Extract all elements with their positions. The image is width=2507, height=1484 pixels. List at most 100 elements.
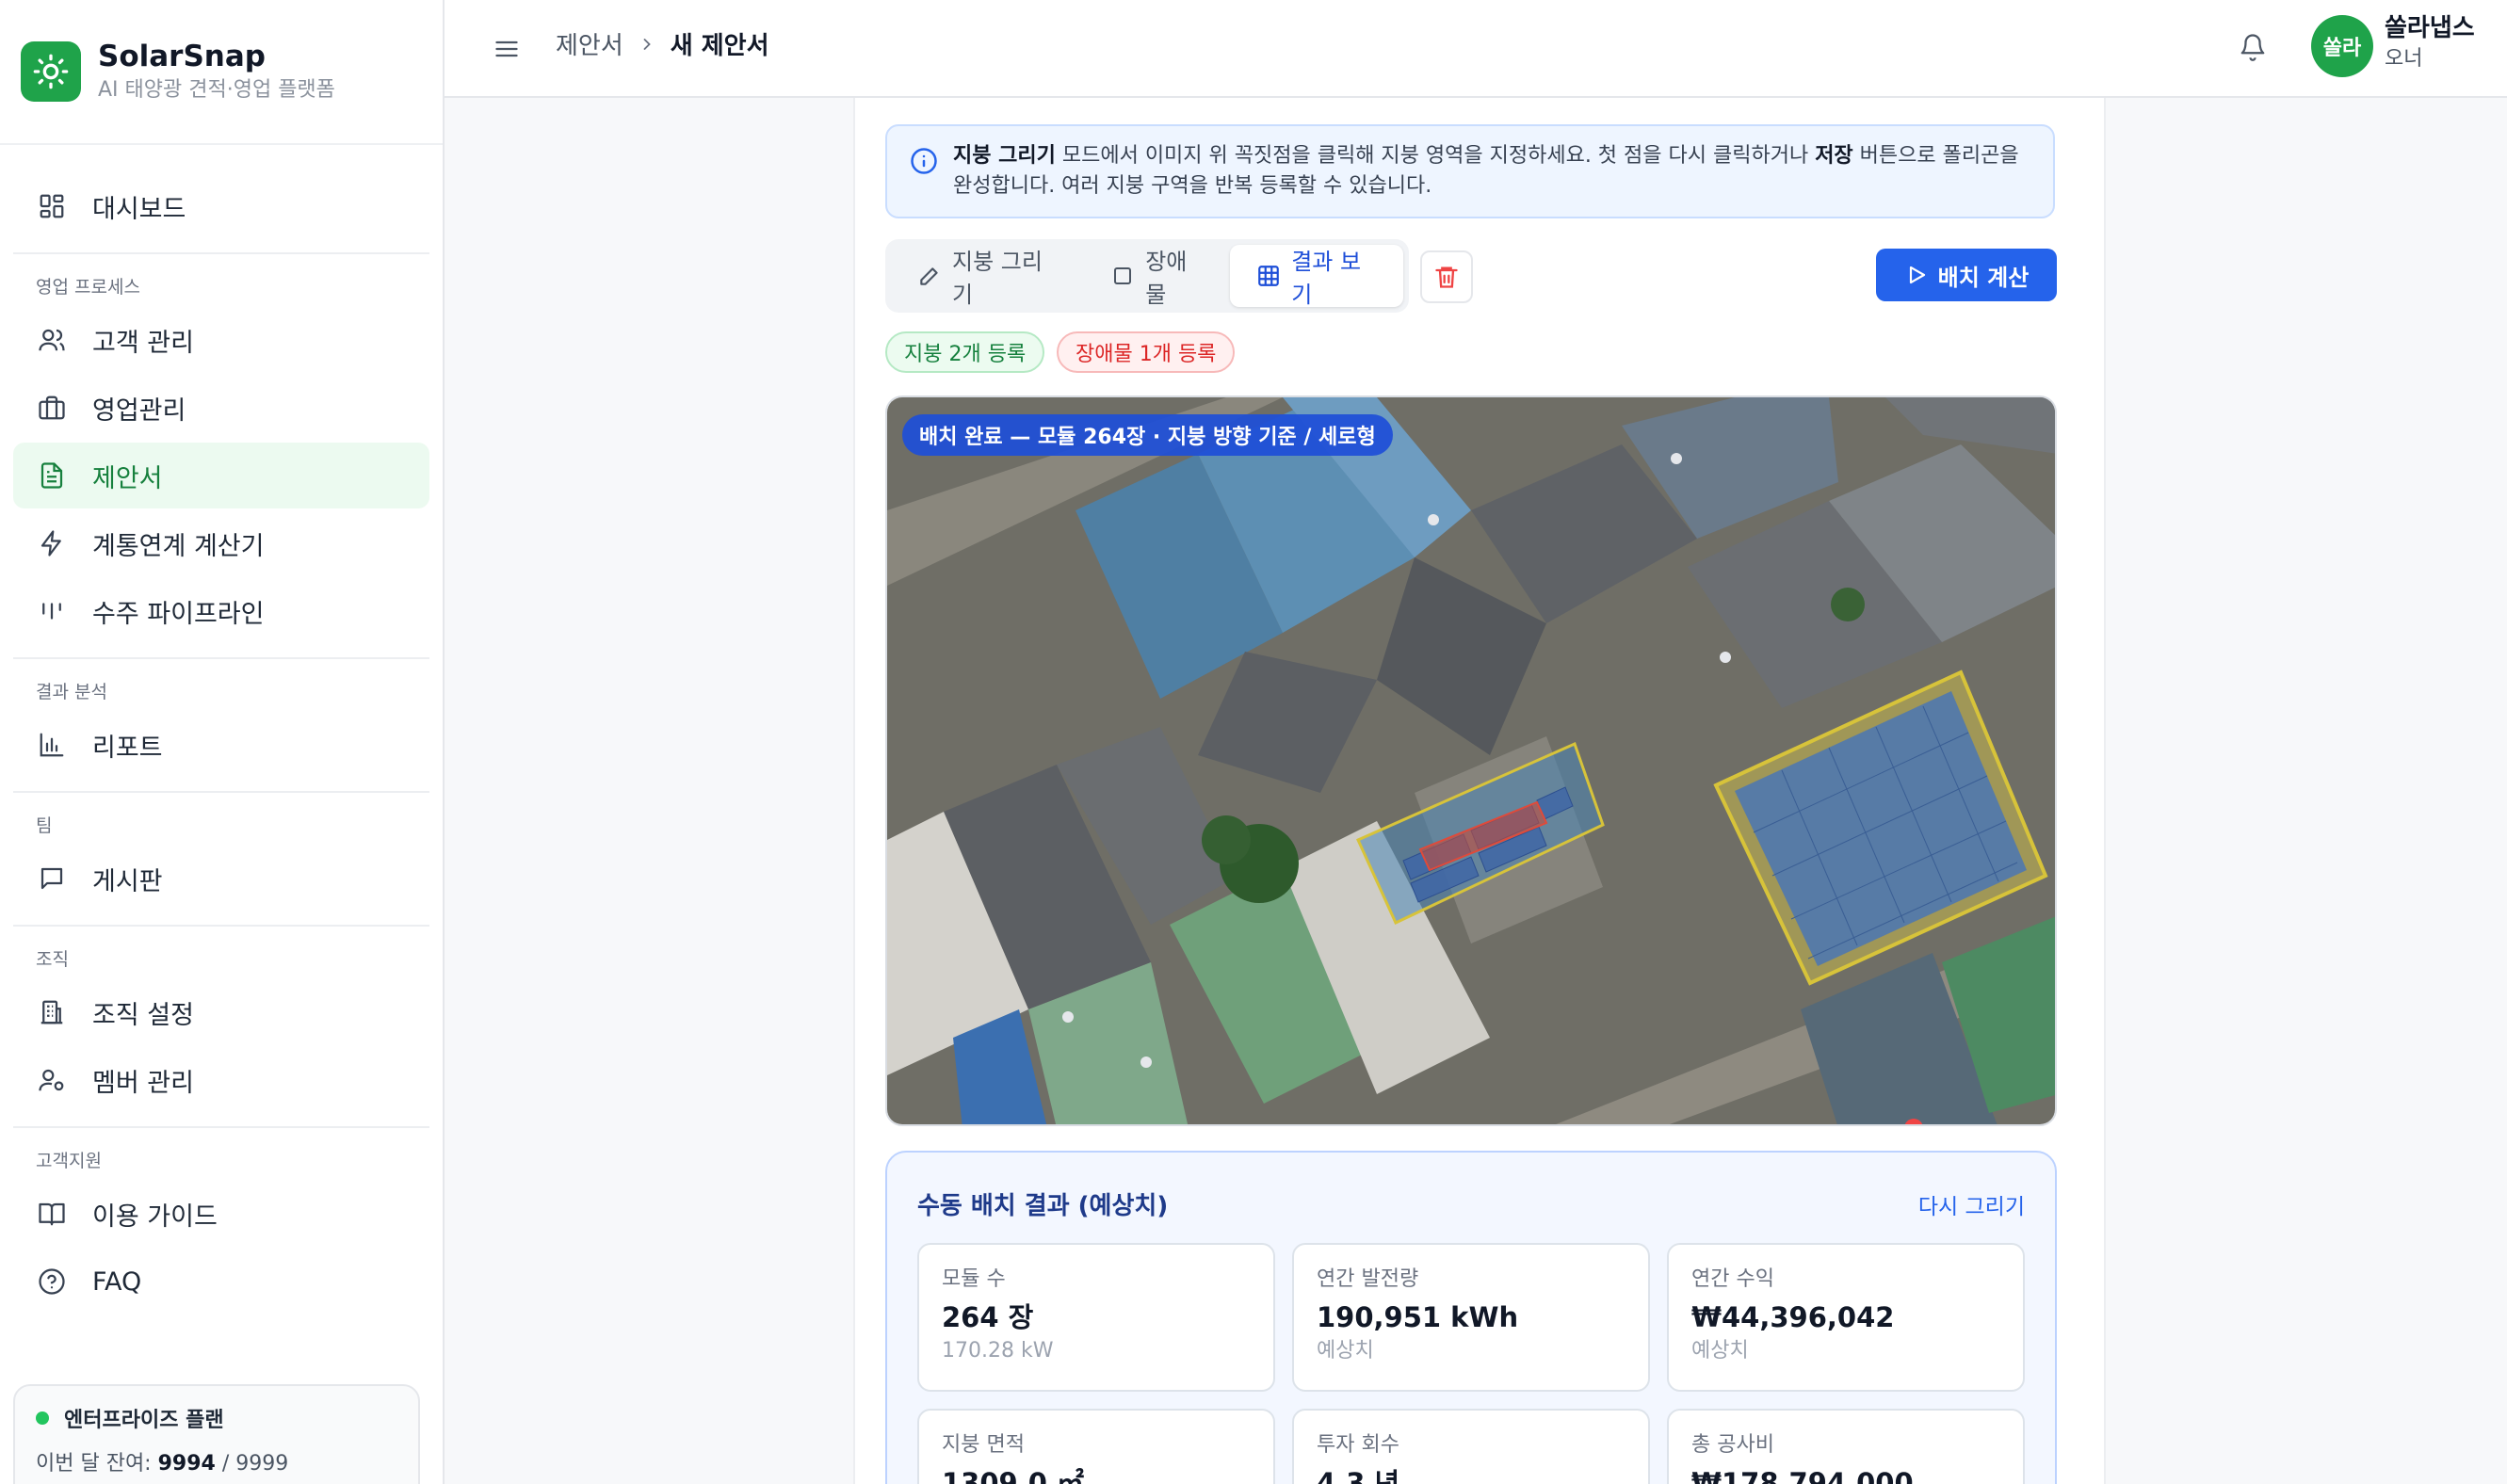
sidebar-item-label: 계통연계 계산기 bbox=[92, 531, 265, 561]
user-menu[interactable]: 쏠라냅스 오너 bbox=[2385, 11, 2475, 73]
breadcrumb-current: 새 제안서 bbox=[670, 32, 769, 60]
plan-usage-prefix: 이번 달 잔여: bbox=[36, 1452, 158, 1476]
sidebar-item-customers[interactable]: 고객 관리 bbox=[13, 307, 429, 373]
section-label-org: 조직 bbox=[36, 949, 69, 970]
tab-label: 지붕 그리기 bbox=[952, 249, 1043, 308]
divider bbox=[13, 925, 429, 927]
plan-card: 엔터프라이즈 플랜 이번 달 잔여: 9994 / 9999 bbox=[13, 1384, 420, 1484]
result-title: 수동 배치 결과 (예상치) bbox=[917, 1192, 1169, 1220]
sidebar-item-label: 이용 가이드 bbox=[92, 1202, 218, 1232]
sidebar-item-label: 대시보드 bbox=[92, 194, 186, 224]
stat-card-annual-revenue: 연간 수익 ₩44,396,042 예상치 bbox=[1667, 1243, 2025, 1392]
tab-draw-roof[interactable]: 지붕 그리기 bbox=[891, 245, 1084, 308]
satellite-map[interactable]: 배치 완료 — 모듈 264장 · 지붕 방향 기준 / 세로형 bbox=[885, 395, 2057, 1126]
breadcrumb-proposals[interactable]: 제안서 bbox=[556, 26, 623, 61]
user-gear-icon bbox=[36, 1064, 68, 1096]
document-icon bbox=[36, 460, 68, 492]
sidebar-item-proposal[interactable]: 제안서 bbox=[13, 443, 429, 508]
avatar[interactable]: 쏠라 bbox=[2311, 15, 2373, 77]
brand-name: SolarSnap bbox=[98, 40, 266, 73]
stat-label: 지붕 면적 bbox=[942, 1433, 1025, 1457]
stat-value: ₩44,396,042 bbox=[1691, 1301, 1895, 1333]
stat-label: 연간 발전량 bbox=[1317, 1267, 1419, 1291]
sidebar: SolarSnap AI 태양광 견적·영업 플랫폼 대시보드 영업 프로세스 … bbox=[0, 0, 445, 1484]
delete-button[interactable] bbox=[1420, 250, 1473, 303]
grid-icon bbox=[1254, 262, 1282, 290]
sun-logo-icon bbox=[21, 41, 81, 102]
briefcase-icon bbox=[36, 392, 68, 424]
roof-count-badge: 지붕 2개 등록 bbox=[885, 331, 1045, 373]
sidebar-item-sales[interactable]: 영업관리 bbox=[13, 375, 429, 441]
bell-icon bbox=[2240, 34, 2265, 61]
mode-tabs: 지붕 그리기 장애물 결과 보기 bbox=[885, 239, 1409, 313]
stat-label: 연간 수익 bbox=[1691, 1267, 1774, 1291]
plan-name: 엔터프라이즈 플랜 bbox=[64, 1409, 224, 1432]
sidebar-item-dashboard[interactable]: 대시보드 bbox=[13, 173, 429, 239]
stat-sub: 170.28 kW bbox=[942, 1339, 1054, 1363]
proposal-editor-panel: 지붕 그리기 모드에서 이미지 위 꼭짓점을 클릭해 지붕 영역을 지정하세요.… bbox=[853, 98, 2106, 1484]
stat-value: 1309.0 ㎡ bbox=[942, 1467, 1085, 1484]
sidebar-item-label: 리포트 bbox=[92, 733, 163, 763]
sidebar-item-label: 제안서 bbox=[92, 463, 163, 493]
stat-label: 투자 회수 bbox=[1317, 1433, 1399, 1457]
plan-usage-total: / 9999 bbox=[215, 1452, 289, 1476]
main-content: 지붕 그리기 모드에서 이미지 위 꼭짓점을 클릭해 지붕 영역을 지정하세요.… bbox=[445, 98, 2507, 1484]
redraw-link[interactable]: 다시 그리기 bbox=[1918, 1188, 2025, 1220]
lightning-icon bbox=[36, 527, 68, 559]
tab-result-view[interactable]: 결과 보기 bbox=[1230, 245, 1403, 308]
divider bbox=[13, 791, 429, 793]
user-role: 오너 bbox=[2385, 47, 2423, 71]
tab-obstacle[interactable]: 장애물 bbox=[1084, 245, 1230, 308]
sidebar-item-org-settings[interactable]: 조직 설정 bbox=[13, 979, 429, 1045]
sidebar-item-grid-calculator[interactable]: 계통연계 계산기 bbox=[13, 510, 429, 576]
plan-usage: 이번 달 잔여: 9994 / 9999 bbox=[36, 1446, 397, 1476]
sidebar-item-members[interactable]: 멤버 관리 bbox=[13, 1047, 429, 1113]
stat-card-roof-area: 지붕 면적 1309.0 ㎡ bbox=[917, 1409, 1275, 1484]
calc-label: 배치 계산 bbox=[1937, 264, 2030, 291]
info-strong-save: 저장 bbox=[1815, 144, 1853, 168]
sidebar-item-guide[interactable]: 이용 가이드 bbox=[13, 1181, 429, 1247]
sidebar-item-pipeline[interactable]: 수주 파이프라인 bbox=[13, 578, 429, 644]
menu-toggle-button[interactable] bbox=[488, 30, 526, 68]
sidebar-item-board[interactable]: 게시판 bbox=[13, 846, 429, 911]
tab-label: 장애물 bbox=[1145, 249, 1188, 308]
sidebar-item-label: 게시판 bbox=[92, 866, 163, 896]
stat-card-payback: 투자 회수 4.3 년 bbox=[1292, 1409, 1650, 1484]
stat-value: 264 장 bbox=[942, 1301, 1034, 1333]
brand[interactable]: SolarSnap AI 태양광 견적·영업 플랫폼 bbox=[0, 0, 443, 145]
pencil-icon bbox=[915, 262, 943, 290]
help-circle-icon bbox=[36, 1266, 68, 1298]
info-icon bbox=[911, 148, 937, 174]
user-name: 쏠라냅스 bbox=[2385, 14, 2475, 42]
stat-sub: 예상치 bbox=[1317, 1339, 1374, 1363]
stat-card-total-cost: 총 공사비 ₩178,794,000 bbox=[1667, 1409, 2025, 1484]
aerial-image bbox=[887, 397, 2055, 1124]
sidebar-item-label: 영업관리 bbox=[92, 395, 186, 426]
notification-button[interactable] bbox=[2234, 28, 2272, 66]
stat-label: 모듈 수 bbox=[942, 1267, 1006, 1291]
sidebar-item-label: 멤버 관리 bbox=[92, 1068, 194, 1098]
info-text-1: 모드에서 이미지 위 꼭짓점을 클릭해 지붕 영역을 지정하세요. 첫 점을 다… bbox=[1055, 144, 1816, 168]
divider bbox=[13, 657, 429, 659]
stat-label: 총 공사비 bbox=[1691, 1433, 1774, 1457]
layout-status-label: 배치 완료 — 모듈 264장 · 지붕 방향 기준 / 세로형 bbox=[902, 414, 1393, 456]
sidebar-item-faq[interactable]: FAQ bbox=[13, 1249, 429, 1315]
sidebar-item-label: 고객 관리 bbox=[92, 328, 194, 358]
sidebar-item-report[interactable]: 리포트 bbox=[13, 712, 429, 778]
hamburger-icon bbox=[495, 40, 518, 57]
book-icon bbox=[36, 1198, 68, 1230]
stat-value: 4.3 년 bbox=[1317, 1467, 1400, 1484]
pipeline-icon bbox=[36, 595, 68, 627]
sidebar-item-label: 조직 설정 bbox=[92, 1000, 194, 1030]
divider bbox=[13, 1126, 429, 1128]
stat-sub: 예상치 bbox=[1691, 1339, 1749, 1363]
top-header: 제안서 새 제안서 쏠라 쏠라냅스 오너 bbox=[445, 0, 2507, 98]
section-label-analysis: 결과 분석 bbox=[36, 682, 107, 702]
square-icon bbox=[1108, 262, 1136, 290]
building-icon bbox=[36, 996, 68, 1028]
calculate-layout-button[interactable]: 배치 계산 bbox=[1876, 249, 2057, 301]
message-icon bbox=[36, 863, 68, 895]
stat-value: 190,951 kWh bbox=[1317, 1301, 1519, 1333]
breadcrumb: 제안서 새 제안서 bbox=[556, 26, 769, 61]
chevron-right-icon bbox=[637, 34, 657, 55]
